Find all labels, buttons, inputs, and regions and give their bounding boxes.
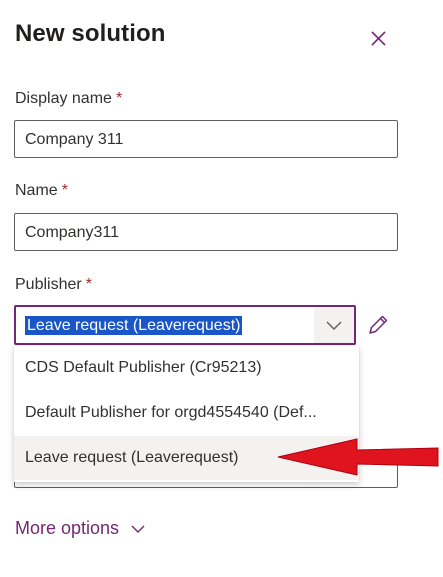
display-name-value: Company 311 <box>25 131 124 148</box>
publisher-option[interactable]: Default Publisher for orgd4554540 (Def..… <box>14 391 359 435</box>
publisher-option-label: Default Publisher for orgd4554540 (Def..… <box>25 404 317 421</box>
display-name-field[interactable]: Company 311 <box>14 120 398 158</box>
display-name-label: Display name * <box>15 90 122 108</box>
close-button[interactable] <box>364 24 394 54</box>
required-mark: * <box>85 276 92 293</box>
publisher-option-label: Leave request (Leaverequest) <box>25 449 239 466</box>
publisher-selected-value: Leave request (Leaverequest) <box>25 316 243 335</box>
chevron-down-icon <box>130 519 146 540</box>
name-label: Name * <box>15 182 68 200</box>
publisher-label-text: Publisher <box>15 276 82 293</box>
publisher-option[interactable]: CDS Default Publisher (Cr95213) <box>14 346 359 390</box>
new-solution-panel: New solution Display name * Company 311 N… <box>0 0 443 577</box>
dropdown-chevron-button[interactable] <box>314 307 354 343</box>
required-mark: * <box>115 90 123 107</box>
publisher-label: Publisher * <box>15 276 92 294</box>
required-mark: * <box>61 182 68 199</box>
publisher-option-label: CDS Default Publisher (Cr95213) <box>25 359 262 376</box>
publisher-dropdown[interactable]: Leave request (Leaverequest) <box>14 305 356 345</box>
more-options-label: More options <box>15 518 120 538</box>
name-label-text: Name <box>15 182 58 199</box>
red-arrow-annotation <box>277 438 439 476</box>
edit-publisher-button[interactable] <box>364 311 392 339</box>
pencil-icon <box>369 315 388 334</box>
name-field[interactable]: Company311 <box>14 213 398 251</box>
display-name-label-text: Display name <box>15 90 112 107</box>
name-value: Company311 <box>25 224 119 241</box>
panel-title: New solution <box>15 20 166 47</box>
chevron-down-icon <box>326 321 342 330</box>
more-options-button[interactable]: More options <box>15 518 146 540</box>
close-icon <box>371 31 386 46</box>
